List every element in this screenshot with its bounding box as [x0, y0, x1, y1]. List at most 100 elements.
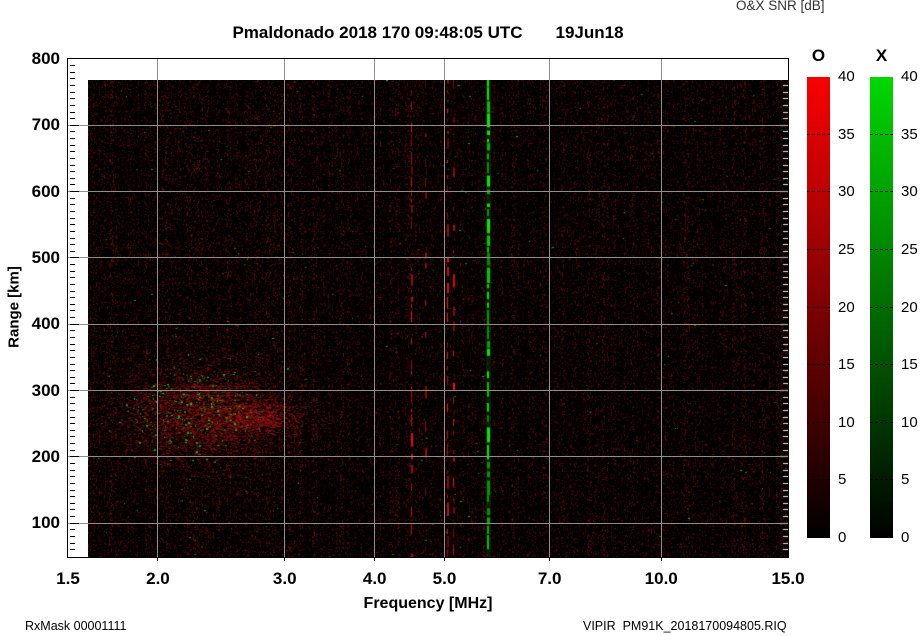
x-gridline [443, 59, 445, 557]
y-axis-tick [69, 343, 75, 345]
y-axis-tick [69, 297, 75, 299]
y-axis-tick [69, 131, 75, 133]
x-tick-label: 5.0 [432, 569, 457, 588]
y-axis-tick [69, 264, 75, 266]
colorbar-tick-label: 5 [901, 471, 910, 489]
y-axis-tick [69, 171, 75, 173]
y-axis-tick [69, 317, 75, 319]
y-axis-tick [69, 463, 75, 464]
x-tick-label: 15.0 [771, 569, 805, 588]
x-gridline [660, 59, 662, 557]
y-axis-tick [69, 522, 79, 524]
ionogram-canvas [88, 80, 788, 557]
colorbar-tick-mark [807, 364, 830, 366]
y-axis-tick [69, 151, 75, 153]
colorbar-tick-label: 35 [901, 125, 918, 143]
y-axis-tick [69, 85, 75, 87]
y-axis-tick [69, 496, 75, 498]
colorbar-tick-mark [870, 133, 893, 135]
colorbar-x-label: X [875, 46, 888, 65]
x-axis-tick [284, 557, 286, 561]
y-tick-label: 600 [31, 181, 60, 201]
x-gridline [374, 59, 376, 557]
colorbar-tick-mark [870, 364, 893, 366]
colorbar-tick-label: 10 [838, 413, 855, 431]
y-axis-tick [69, 138, 75, 140]
y-axis-tick [69, 509, 75, 511]
y-gridline [68, 191, 788, 193]
y-gridline [68, 257, 788, 259]
y-axis-tick [69, 482, 75, 484]
y-axis-tick [69, 356, 75, 358]
plot-title-date: 19Jun18 [555, 23, 624, 42]
y-axis-tick [69, 542, 75, 544]
y-axis-tick [69, 191, 79, 193]
y-axis-tick [69, 71, 75, 73]
colorbar-tick-mark [807, 421, 830, 423]
y-axis-tick [69, 104, 75, 106]
plot-title-text: Pmaldonado 2018 170 09:48:05 UTC [232, 23, 523, 42]
x-axis-tick [549, 557, 551, 561]
x-gridline [284, 59, 286, 557]
colorbar-tick-label: 40 [901, 68, 918, 85]
x-tick-label: 4.0 [362, 569, 387, 588]
y-axis-tick [69, 370, 75, 372]
colorbar-tick-label: 10 [901, 413, 918, 431]
y-axis-tick [69, 502, 75, 504]
colorbar-tick-label: 25 [901, 240, 918, 258]
y-axis-tick [69, 65, 75, 67]
y-axis-tick [69, 78, 75, 80]
y-axis-tick [69, 363, 75, 365]
y-axis-tick [69, 237, 75, 239]
y-axis-tick [69, 283, 75, 285]
y-tick-label: 400 [31, 314, 60, 334]
colorbar-tick-label: 15 [838, 356, 855, 374]
y-axis-tick [69, 476, 75, 478]
colorbar-x [870, 77, 893, 538]
colorbar-tick-mark [807, 248, 830, 250]
x-gridline [157, 59, 159, 557]
y-axis-tick [69, 436, 75, 438]
y-axis-tick [69, 164, 75, 166]
colorbar-title: O&X SNR [dB] [736, 0, 825, 13]
y-axis-tick [69, 489, 75, 491]
y-axis-tick [69, 310, 75, 312]
x-tick-label: 7.0 [537, 569, 562, 588]
y-axis-tick [69, 330, 75, 332]
x-gridline [549, 59, 551, 557]
colorbar-tick-mark [807, 133, 830, 135]
y-axis-tick [69, 91, 75, 93]
x-axis-tick [443, 557, 445, 561]
colorbar-tick-label: 25 [838, 240, 855, 258]
y-axis-tick [69, 337, 75, 338]
y-axis-tick [69, 323, 79, 325]
y-axis-tick [69, 224, 75, 226]
y-gridline [68, 323, 788, 325]
colorbar-tick-label: 40 [838, 68, 855, 85]
y-axis-tick [69, 549, 75, 551]
y-axis-tick [69, 423, 75, 425]
colorbar-o-label: O [811, 46, 826, 65]
y-axis-tick [69, 157, 75, 159]
colorbar-tick-label: 0 [838, 529, 847, 546]
y-axis-tick [69, 184, 75, 186]
colorbar-o [807, 77, 830, 538]
y-axis-tick [69, 217, 75, 219]
colorbar-tick-mark [807, 191, 830, 193]
y-axis-tick [69, 535, 75, 537]
y-tick-label: 100 [31, 513, 60, 533]
colorbar-tick-label: 15 [901, 356, 918, 374]
y-gridline [68, 124, 788, 126]
colorbar-tick-mark [807, 479, 830, 481]
y-tick-label: 200 [31, 446, 60, 466]
y-gridline [68, 390, 788, 392]
y-axis-tick [69, 456, 79, 458]
x-axis-tick [374, 557, 376, 561]
y-axis-tick [69, 390, 79, 392]
y-axis-tick [69, 144, 75, 146]
y-axis-tick [69, 429, 75, 431]
y-axis-tick [69, 118, 75, 120]
rx-mask-label: RxMask 00001111 [25, 619, 127, 633]
y-axis-tick [69, 197, 75, 199]
colorbar-tick-label: 20 [838, 298, 855, 316]
